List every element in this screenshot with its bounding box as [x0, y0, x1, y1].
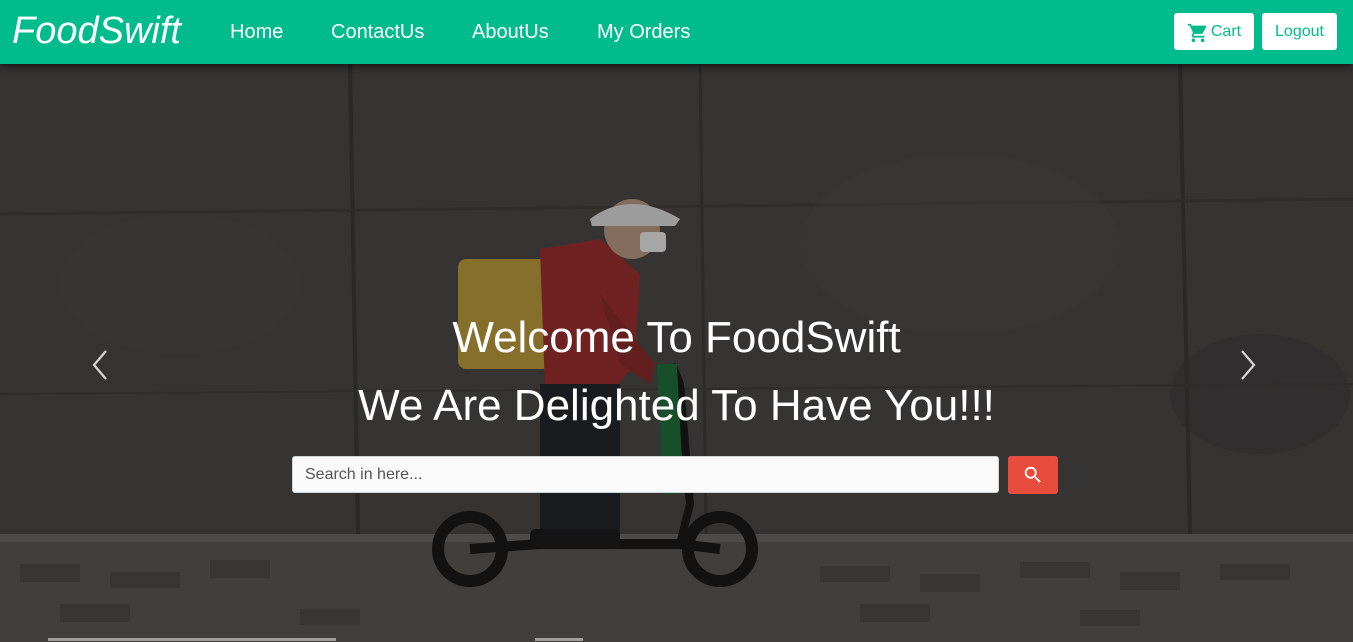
- cart-button[interactable]: Cart: [1174, 13, 1254, 50]
- brand-logo[interactable]: FoodSwift: [12, 9, 181, 53]
- logout-button[interactable]: Logout: [1262, 13, 1337, 50]
- carousel-indicator[interactable]: [48, 638, 336, 641]
- nav-link-my-orders[interactable]: My Orders: [597, 20, 690, 44]
- nav-link-home[interactable]: Home: [230, 20, 283, 44]
- carousel-indicators: [0, 638, 1353, 642]
- nav-link-contactus[interactable]: ContactUs: [331, 20, 424, 44]
- hero-carousel: Welcome To FoodSwift We Are Delighted To…: [0, 64, 1353, 642]
- search-button[interactable]: [1008, 456, 1058, 494]
- nav-link-aboutus[interactable]: AboutUs: [472, 20, 549, 44]
- hero-heading: Welcome To FoodSwift: [452, 313, 901, 362]
- hero-subheading: We Are Delighted To Have You!!!: [358, 381, 995, 430]
- search-input[interactable]: [292, 456, 999, 493]
- cart-icon: [1187, 23, 1207, 42]
- cart-label: Cart: [1210, 22, 1242, 40]
- search-icon: [1024, 466, 1041, 483]
- carousel-indicator[interactable]: [535, 638, 583, 641]
- navbar: FoodSwift Home ContactUs AboutUs My Orde…: [0, 0, 1353, 64]
